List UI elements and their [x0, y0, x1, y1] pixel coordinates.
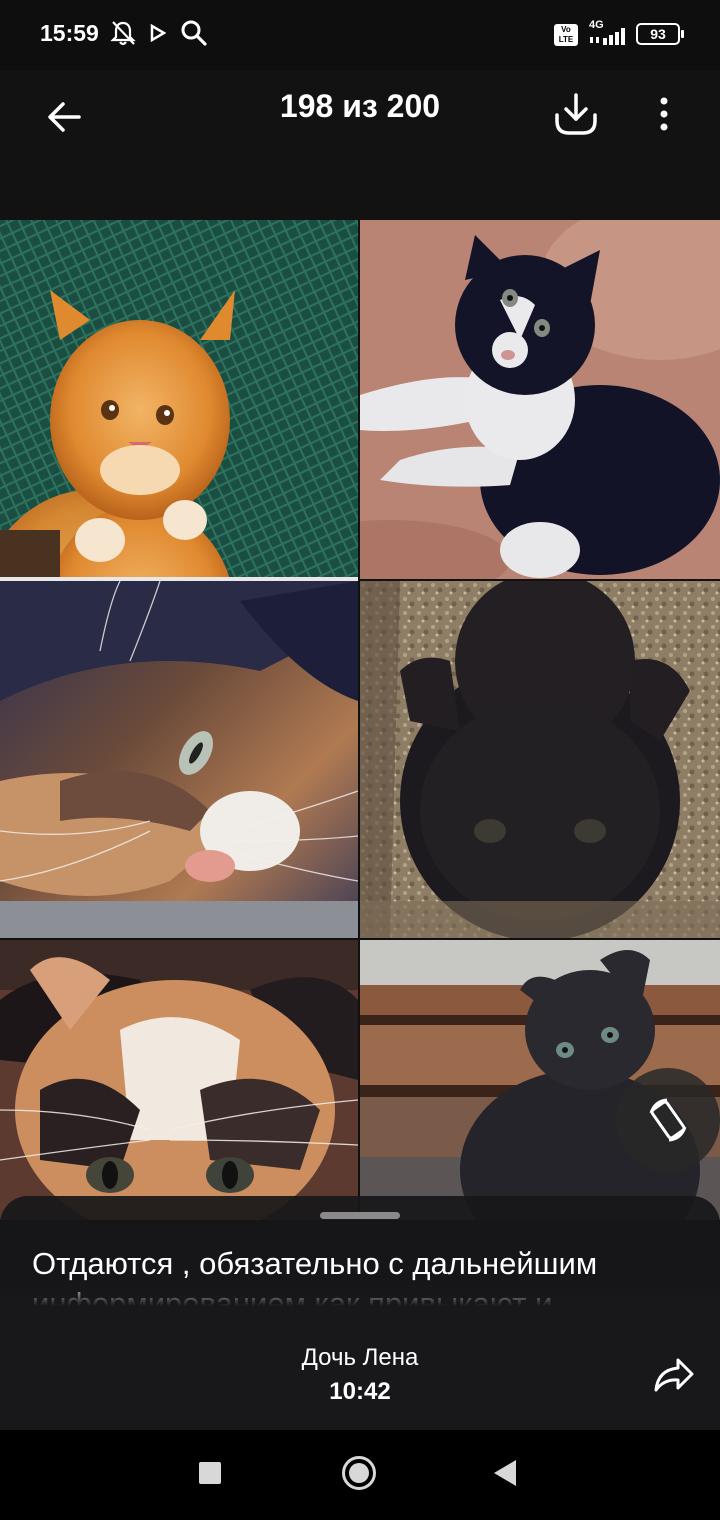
more-options-button[interactable]: [640, 80, 688, 148]
photo-calico-closeup: [0, 581, 358, 938]
back-button[interactable]: [30, 82, 100, 152]
download-button[interactable]: [542, 80, 610, 148]
photo-ginger-kitten: [0, 220, 358, 577]
photo-viewer[interactable]: [0, 220, 720, 1220]
battery-level: 93: [650, 26, 666, 42]
status-time: 15:59: [40, 20, 99, 46]
photo-calico-face: [0, 940, 358, 1220]
collage-divider: [0, 577, 358, 581]
caption-sheet[interactable]: Отдаются , обязательно с дальнейшим инфо…: [0, 1196, 720, 1306]
rotate-screen-button[interactable]: [616, 1068, 720, 1172]
home-button[interactable]: [342, 1456, 376, 1490]
volte-icon: Vo LTE: [554, 24, 578, 46]
sent-time: 10:42: [329, 1378, 391, 1405]
system-nav-bar: [0, 1430, 720, 1520]
signal-icon: [590, 28, 625, 45]
more-vertical-icon: [660, 97, 668, 131]
screen-rotation-icon: [649, 1098, 687, 1142]
download-icon: [555, 93, 597, 135]
app-bar: 198 из 200: [0, 70, 720, 220]
photo-black-kitten: [360, 581, 720, 938]
play-icon: [150, 24, 166, 42]
status-bar: 15:59 Vo LTE 4G 93: [0, 0, 720, 70]
share-icon: [654, 1358, 694, 1392]
alarm-off-icon: [110, 21, 136, 46]
sender-name: Дочь Лена: [301, 1344, 419, 1371]
system-back-button[interactable]: [494, 1460, 516, 1486]
recents-button[interactable]: [199, 1462, 221, 1484]
search-icon: [181, 20, 207, 46]
share-button[interactable]: [640, 1346, 708, 1406]
photo-tuxedo-kitten: [360, 220, 720, 579]
caption-fade: [0, 1286, 720, 1306]
message-footer: Дочь Лена 10:42: [0, 1306, 720, 1430]
page-counter: 198 из 200: [279, 88, 441, 124]
arrow-left-icon: [48, 102, 81, 132]
drag-handle[interactable]: [320, 1212, 400, 1219]
battery-icon: 93: [636, 23, 684, 45]
